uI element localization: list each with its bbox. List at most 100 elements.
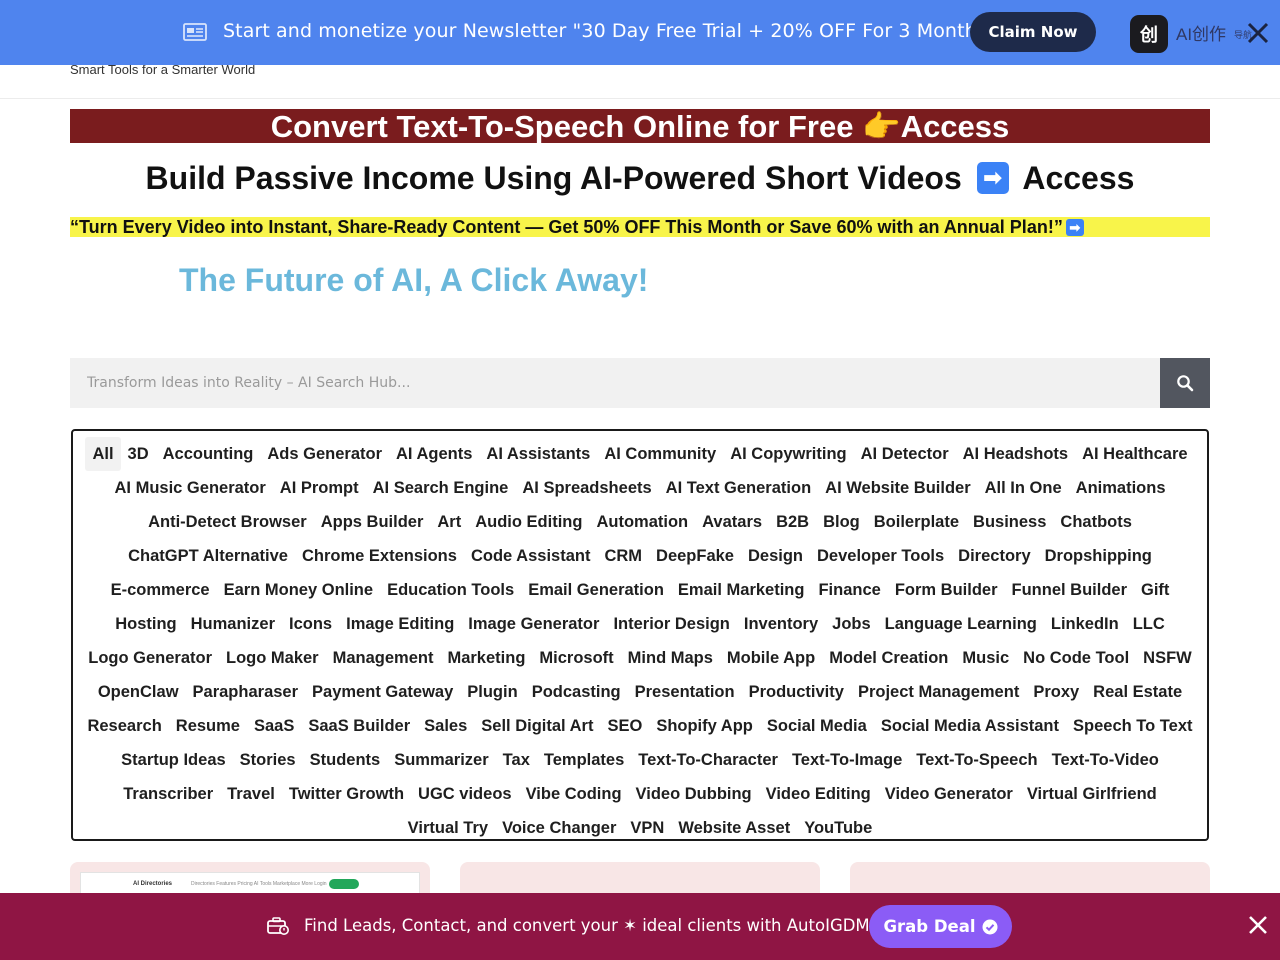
- category-filter-item[interactable]: Avatars: [695, 505, 769, 539]
- category-filter-item[interactable]: Music: [955, 641, 1016, 675]
- category-filter-item[interactable]: 3D: [121, 437, 156, 471]
- category-filter-item[interactable]: Interior Design: [606, 607, 736, 641]
- category-filter-item[interactable]: UGC videos: [411, 777, 519, 811]
- category-filter-item[interactable]: Humanizer: [184, 607, 282, 641]
- category-filter-item[interactable]: Form Builder: [888, 573, 1005, 607]
- category-filter-item[interactable]: Video Generator: [878, 777, 1020, 811]
- search-input[interactable]: [70, 358, 1160, 408]
- category-filter-item[interactable]: Social Media: [760, 709, 874, 743]
- passive-income-headline[interactable]: Build Passive Income Using AI-Powered Sh…: [0, 160, 1280, 197]
- tts-banner-link[interactable]: Convert Text-To-Speech Online for Free 👉…: [70, 109, 1210, 144]
- category-filter-item[interactable]: Inventory: [737, 607, 825, 641]
- category-filter-item[interactable]: YouTube: [797, 811, 879, 845]
- category-filter-item[interactable]: AI Community: [597, 437, 723, 471]
- category-filter-item[interactable]: Developer Tools: [810, 539, 951, 573]
- category-filter-item[interactable]: Virtual Try: [401, 811, 495, 845]
- claim-now-button[interactable]: Claim Now: [970, 12, 1096, 52]
- category-filter-item[interactable]: All In One: [978, 471, 1069, 505]
- category-filter-item[interactable]: Project Management: [851, 675, 1026, 709]
- category-filter-item[interactable]: Video Dubbing: [629, 777, 759, 811]
- category-filter-item[interactable]: Sell Digital Art: [474, 709, 600, 743]
- category-filter-item[interactable]: Podcasting: [525, 675, 628, 709]
- category-filter-item[interactable]: Payment Gateway: [305, 675, 460, 709]
- category-filter-item[interactable]: Microsoft: [532, 641, 620, 675]
- category-filter-item[interactable]: SEO: [600, 709, 649, 743]
- category-filter-item[interactable]: Anti-Detect Browser: [141, 505, 314, 539]
- category-filter-item[interactable]: AI Agents: [389, 437, 479, 471]
- category-filter-item[interactable]: AI Music Generator: [108, 471, 273, 505]
- category-filter-item[interactable]: Voice Changer: [495, 811, 623, 845]
- category-filter-item[interactable]: Accounting: [156, 437, 261, 471]
- category-filter-item[interactable]: Directory: [951, 539, 1037, 573]
- category-filter-item[interactable]: Animations: [1069, 471, 1173, 505]
- category-filter-item[interactable]: Chatbots: [1053, 505, 1139, 539]
- category-filter-item[interactable]: AI Search Engine: [366, 471, 516, 505]
- category-filter-item[interactable]: Presentation: [628, 675, 742, 709]
- category-filter-item[interactable]: ChatGPT Alternative: [121, 539, 295, 573]
- category-filter-item[interactable]: Summarizer: [387, 743, 495, 777]
- category-filter-item[interactable]: Boilerplate: [867, 505, 966, 539]
- category-filter-item[interactable]: Mind Maps: [621, 641, 720, 675]
- category-filter-item[interactable]: Text-To-Image: [785, 743, 909, 777]
- category-filter-item[interactable]: Image Generator: [461, 607, 606, 641]
- category-filter-item[interactable]: Funnel Builder: [1005, 573, 1135, 607]
- category-filter-item[interactable]: SaaS: [247, 709, 301, 743]
- app-logo[interactable]: 创: [1130, 15, 1168, 53]
- category-filter-item[interactable]: Transcriber: [116, 777, 220, 811]
- category-filter-item[interactable]: Art: [430, 505, 468, 539]
- category-filter-item[interactable]: LLC: [1126, 607, 1172, 641]
- category-filter-item[interactable]: Logo Generator: [81, 641, 219, 675]
- category-filter-item[interactable]: Productivity: [742, 675, 851, 709]
- category-filter-item[interactable]: Earn Money Online: [217, 573, 380, 607]
- category-filter-item[interactable]: CRM: [597, 539, 649, 573]
- category-filter-item[interactable]: Dropshipping: [1038, 539, 1159, 573]
- category-filter-item[interactable]: Management: [326, 641, 441, 675]
- category-filter-item[interactable]: Speech To Text: [1066, 709, 1200, 743]
- category-filter-item[interactable]: Jobs: [825, 607, 878, 641]
- category-filter-item[interactable]: VPN: [623, 811, 671, 845]
- category-filter-item[interactable]: All: [85, 437, 121, 471]
- category-filter-item[interactable]: Automation: [589, 505, 695, 539]
- category-filter-item[interactable]: AI Headshots: [956, 437, 1075, 471]
- category-filter-item[interactable]: Design: [741, 539, 810, 573]
- category-filter-item[interactable]: AI Spreadsheets: [515, 471, 658, 505]
- category-filter-item[interactable]: Code Assistant: [464, 539, 598, 573]
- category-filter-item[interactable]: Text-To-Speech: [909, 743, 1044, 777]
- category-filter-item[interactable]: NSFW: [1136, 641, 1199, 675]
- category-filter-item[interactable]: Language Learning: [878, 607, 1044, 641]
- category-filter-item[interactable]: SaaS Builder: [301, 709, 417, 743]
- category-filter-item[interactable]: Proxy: [1026, 675, 1086, 709]
- category-filter-item[interactable]: Chrome Extensions: [295, 539, 464, 573]
- close-icon[interactable]: [1245, 20, 1271, 46]
- promo-strip[interactable]: “Turn Every Video into Instant, Share-Re…: [70, 217, 1210, 237]
- category-filter-item[interactable]: Gift: [1134, 573, 1176, 607]
- category-filter-item[interactable]: Video Editing: [759, 777, 878, 811]
- category-filter-item[interactable]: Startup Ideas: [114, 743, 233, 777]
- category-filter-item[interactable]: Blog: [816, 505, 867, 539]
- category-filter-item[interactable]: Virtual Girlfriend: [1020, 777, 1164, 811]
- category-filter-item[interactable]: Audio Editing: [468, 505, 589, 539]
- category-filter-item[interactable]: AI Text Generation: [659, 471, 818, 505]
- category-filter-item[interactable]: Plugin: [460, 675, 524, 709]
- category-filter-item[interactable]: OpenClaw: [91, 675, 186, 709]
- category-filter-item[interactable]: Education Tools: [380, 573, 521, 607]
- search-button[interactable]: [1160, 358, 1210, 408]
- category-filter-item[interactable]: Text-To-Character: [631, 743, 785, 777]
- category-filter-item[interactable]: AI Assistants: [479, 437, 597, 471]
- category-filter-item[interactable]: Model Creation: [822, 641, 955, 675]
- category-filter-item[interactable]: Website Asset: [671, 811, 797, 845]
- category-filter-item[interactable]: Stories: [233, 743, 303, 777]
- headline-access-link[interactable]: Access: [1022, 160, 1134, 196]
- category-filter-item[interactable]: Travel: [220, 777, 282, 811]
- category-filter-item[interactable]: Ads Generator: [260, 437, 389, 471]
- close-icon[interactable]: [1247, 914, 1269, 936]
- category-filter-item[interactable]: AI Copywriting: [723, 437, 853, 471]
- category-filter-item[interactable]: E-commerce: [104, 573, 217, 607]
- category-filter-item[interactable]: Email Generation: [521, 573, 671, 607]
- grab-deal-button[interactable]: Grab Deal: [869, 905, 1012, 948]
- category-filter-item[interactable]: AI Website Builder: [818, 471, 977, 505]
- category-filter-item[interactable]: Parapharaser: [186, 675, 306, 709]
- category-filter-item[interactable]: Templates: [537, 743, 631, 777]
- category-filter-item[interactable]: AI Healthcare: [1075, 437, 1194, 471]
- category-filter-item[interactable]: Hosting: [108, 607, 183, 641]
